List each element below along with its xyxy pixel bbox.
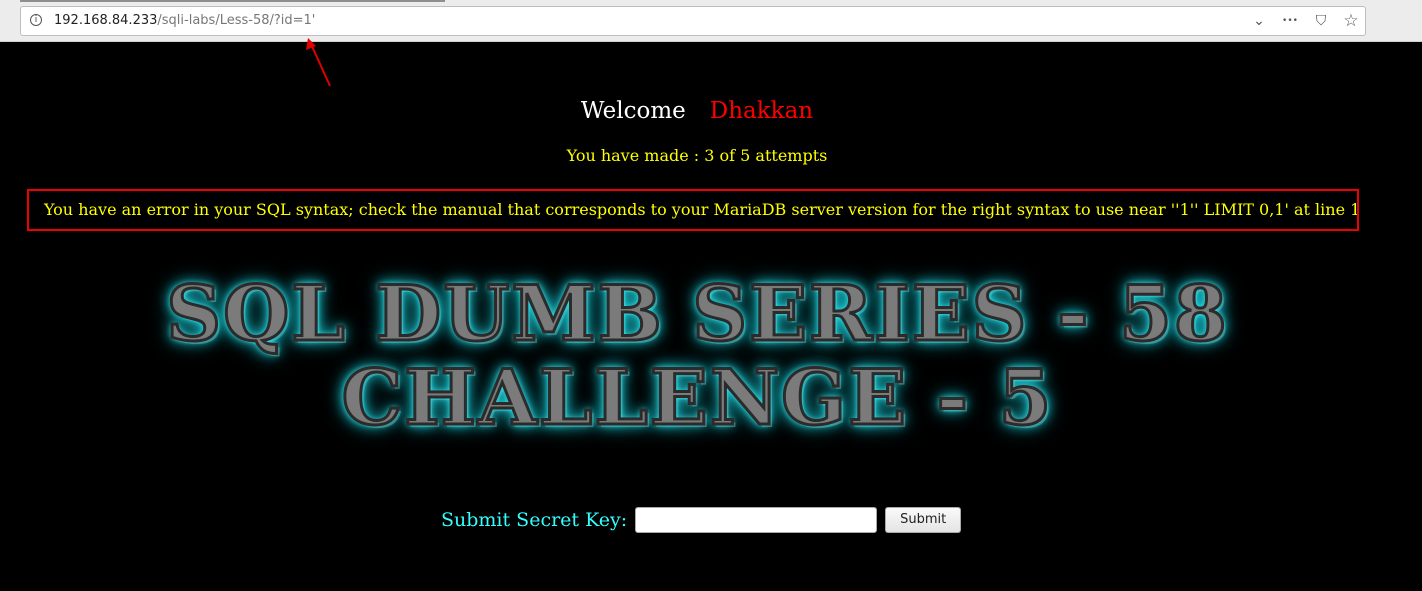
welcome-label: Welcome bbox=[580, 98, 686, 124]
challenge-banner: SQL DUMB SERIES - 58 CHALLENGE - 5 bbox=[150, 269, 1245, 452]
banner-line-2: CHALLENGE - 5 bbox=[340, 353, 1054, 442]
secret-key-label: Submit Secret Key: bbox=[441, 509, 628, 531]
page-content: Welcome Dhakkan You have made : 3 of 5 at… bbox=[0, 42, 1422, 591]
pocket-icon[interactable]: ⛉ bbox=[1313, 13, 1329, 29]
url-path: /sqli-labs/Less-58/?id=1' bbox=[157, 13, 316, 28]
url-host: 192.168.84.233 bbox=[54, 13, 158, 28]
chevron-down-icon[interactable]: ⌄ bbox=[1251, 13, 1267, 29]
info-icon[interactable]: i bbox=[30, 14, 42, 26]
sql-error-message: You have an error in your SQL syntax; ch… bbox=[27, 189, 1359, 231]
welcome-name: Dhakkan bbox=[709, 98, 814, 124]
url-bar[interactable]: i 192.168.84.233/sqli-labs/Less-58/?id=1… bbox=[20, 6, 1366, 36]
welcome-line: Welcome Dhakkan bbox=[0, 98, 1394, 124]
more-icon[interactable]: ••• bbox=[1281, 16, 1299, 26]
secret-key-input[interactable] bbox=[635, 507, 878, 533]
url-actions: ⌄ ••• ⛉ ☆ bbox=[1251, 11, 1359, 31]
submit-button[interactable]: Submit bbox=[885, 507, 962, 533]
tab-indicator bbox=[20, 0, 445, 2]
secret-key-form: Submit Secret Key: Submit bbox=[441, 505, 962, 535]
banner-line-1: SQL DUMB SERIES - 58 bbox=[165, 269, 1229, 358]
bookmark-star-icon[interactable]: ☆ bbox=[1343, 11, 1359, 31]
browser-toolbar: i 192.168.84.233/sqli-labs/Less-58/?id=1… bbox=[0, 0, 1422, 42]
url-text[interactable]: 192.168.84.233/sqli-labs/Less-58/?id=1' bbox=[54, 13, 315, 28]
attempts-counter: You have made : 3 of 5 attempts bbox=[566, 146, 828, 165]
